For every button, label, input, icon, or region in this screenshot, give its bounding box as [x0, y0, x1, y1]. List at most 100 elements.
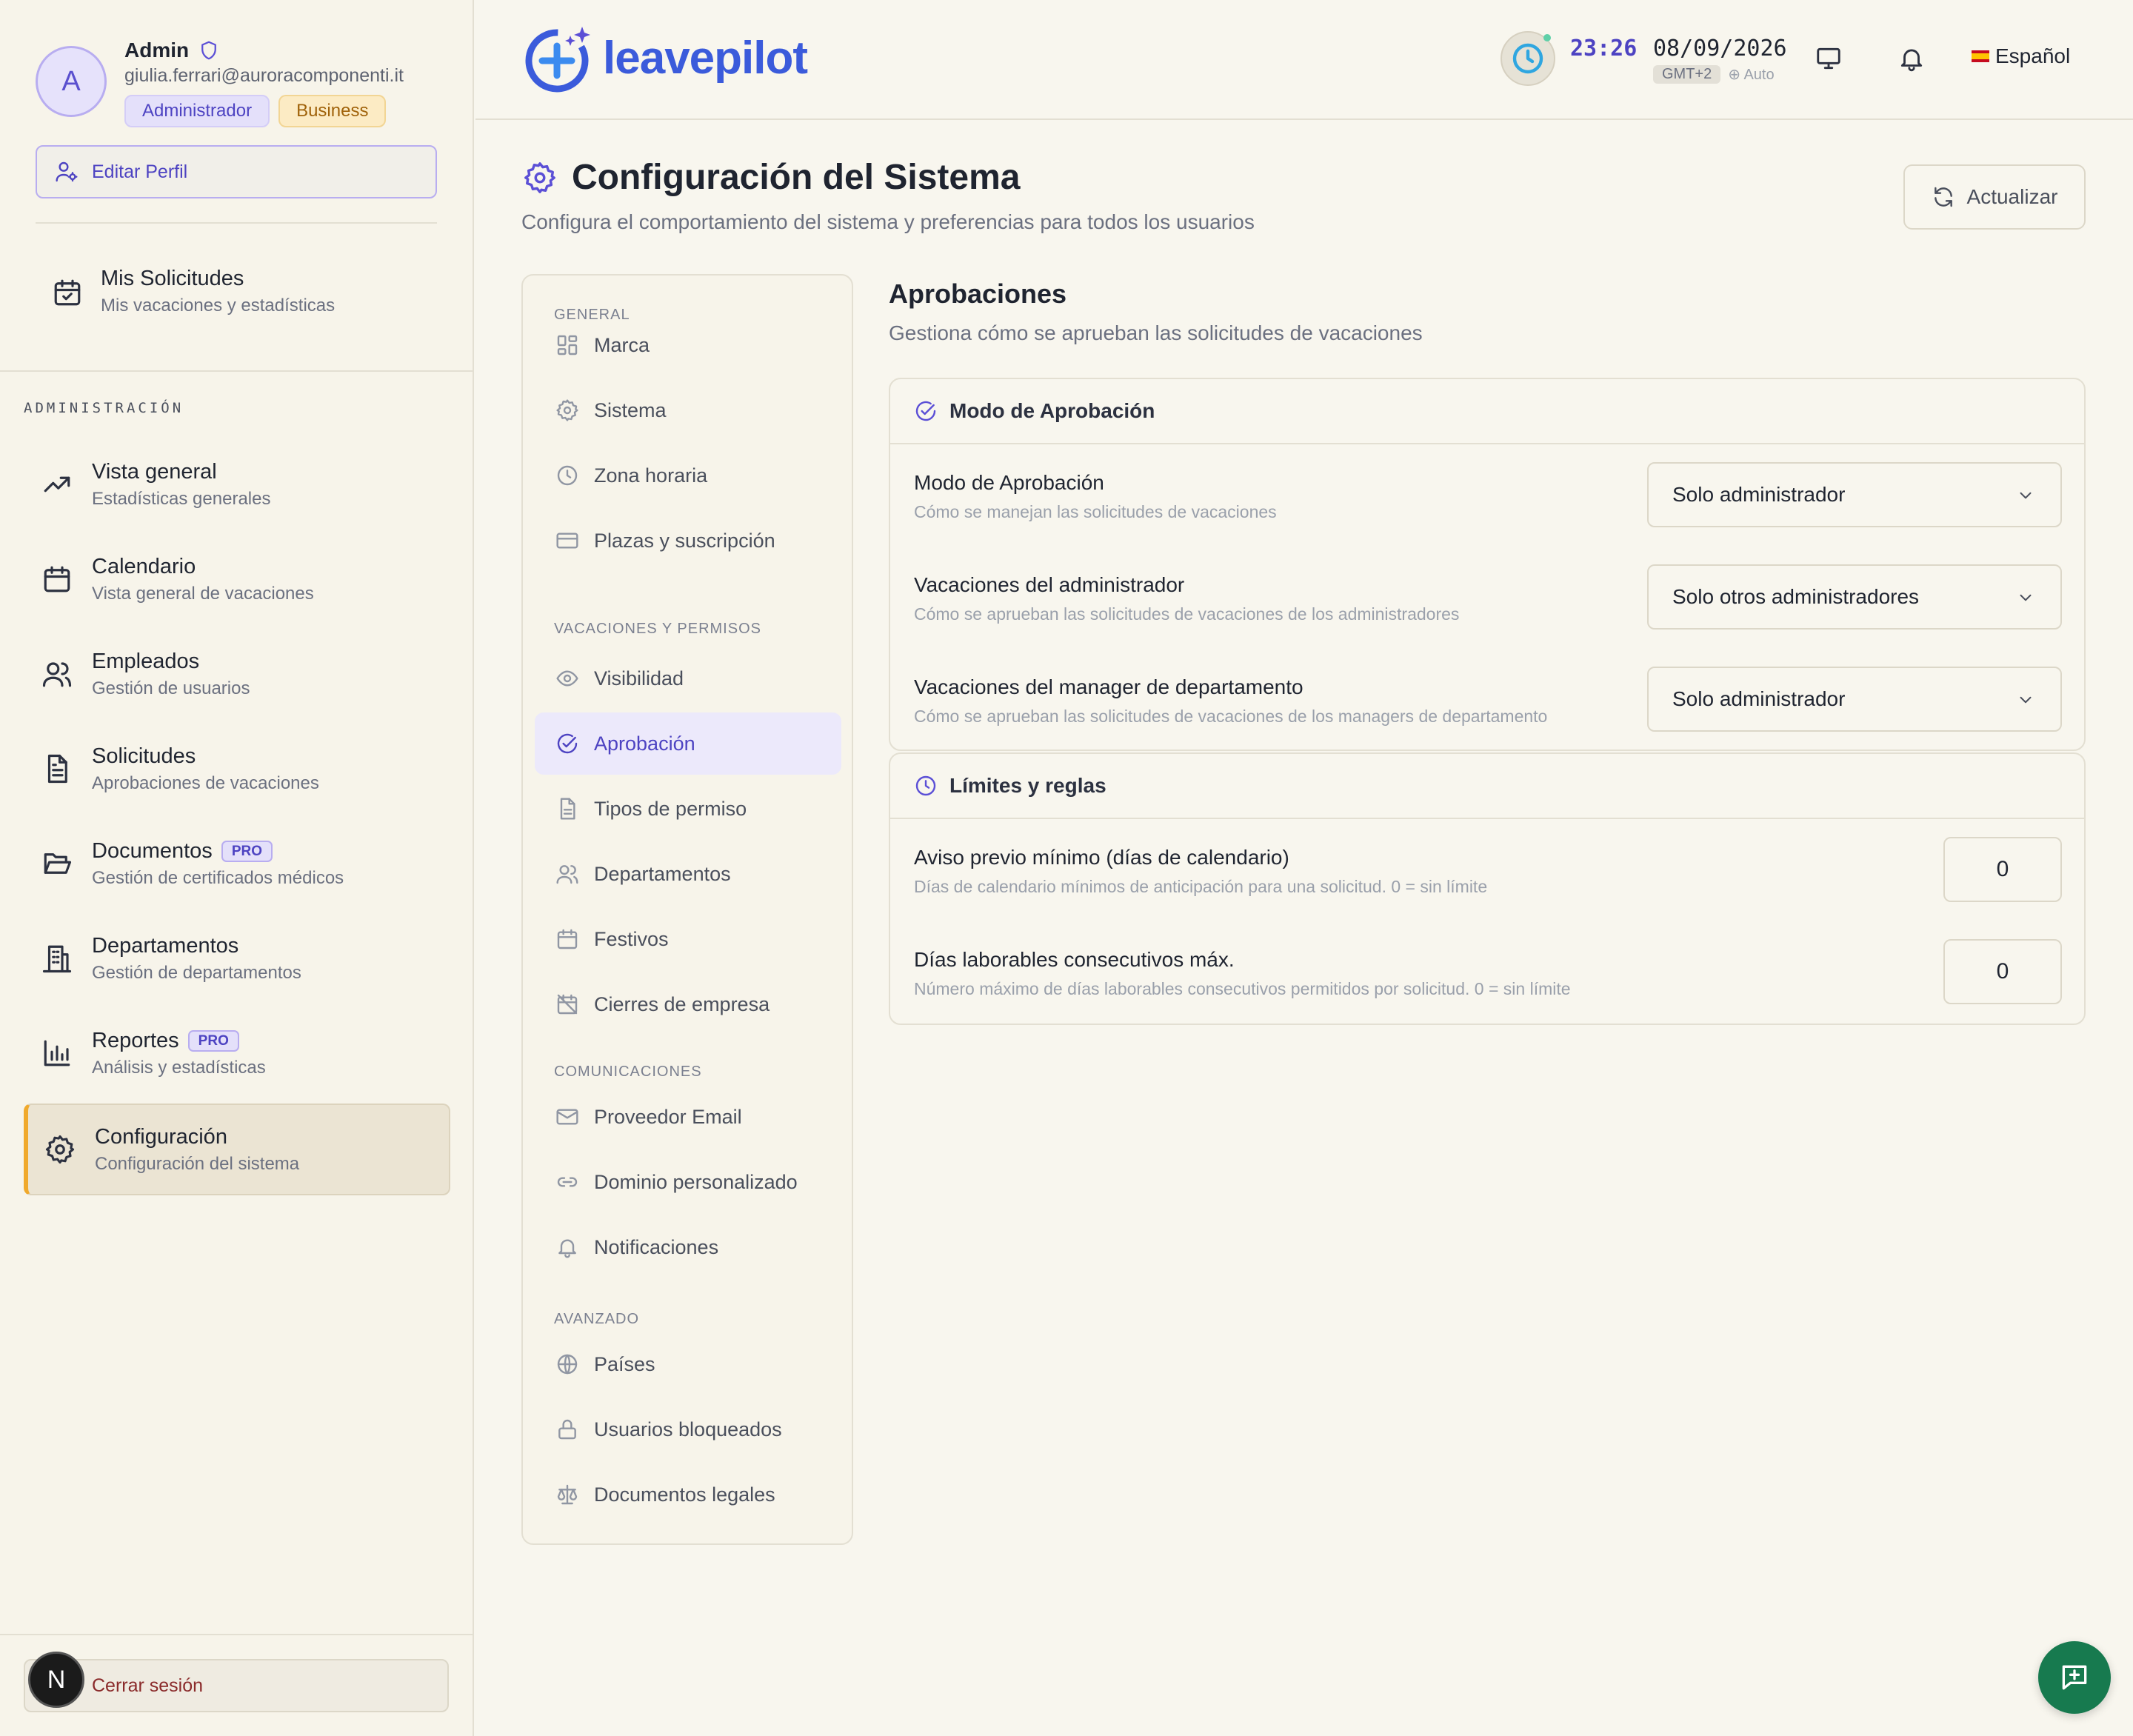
settings-item-email-provider[interactable]: Proveedor Email: [535, 1086, 841, 1148]
admin-leave-select[interactable]: Solo otros administradores: [1647, 564, 2062, 630]
nav-item-subtitle: Gestión de certificados médicos: [92, 867, 344, 888]
app-logo[interactable]: leavepilot: [521, 21, 808, 95]
settings-item-legal-docs[interactable]: Documentos legales: [535, 1463, 841, 1526]
settings-item-label: Países: [594, 1352, 655, 1375]
settings-item-blocked-users[interactable]: Usuarios bloqueados: [535, 1398, 841, 1460]
clock-icon: [557, 465, 578, 486]
page-title-row: Configuración del Sistema: [523, 157, 1020, 198]
settings-item-subscription[interactable]: Plazas y suscripción: [535, 510, 841, 572]
settings-item-label: Visibilidad: [594, 667, 684, 690]
monitor-icon[interactable]: [1815, 44, 1843, 73]
nav-item-subtitle: Aprobaciones de vacaciones: [92, 772, 319, 793]
message-plus-icon: [2062, 1665, 2087, 1690]
sidebar-item-employees[interactable]: Empleados Gestión de usuarios: [24, 627, 450, 721]
section-title: Aprobaciones: [889, 278, 1067, 309]
setting-title: Días laborables consecutivos máx.: [914, 948, 1235, 971]
users-icon: [42, 662, 72, 687]
refresh-icon: [1934, 187, 1952, 207]
nav-item-title: Departamentos: [92, 933, 239, 958]
section-subtitle: Gestiona cómo se aprueban las solicitude…: [889, 321, 1423, 344]
manager-leave-select[interactable]: Solo administrador: [1647, 667, 2062, 732]
approval-mode-select[interactable]: Solo administrador: [1647, 462, 2062, 527]
sidebar-item-requests[interactable]: Solicitudes Aprobaciones de vacaciones: [24, 721, 450, 816]
refresh-button[interactable]: Actualizar: [1903, 164, 2086, 230]
language-selector[interactable]: Español: [1972, 44, 2070, 68]
timezone-info: GMT+2 ⊕ Auto: [1653, 65, 1775, 84]
settings-item-departments[interactable]: Departamentos: [535, 843, 841, 905]
sidebar: A Admin giulia.ferrari@auroracomponenti.…: [0, 0, 474, 1736]
divider: [0, 1634, 474, 1635]
feedback-button[interactable]: [2038, 1641, 2111, 1714]
sidebar-item-overview[interactable]: Vista general Estadísticas generales: [24, 437, 450, 532]
settings-item-label: Dominio personalizado: [594, 1170, 798, 1193]
settings-item-system[interactable]: Sistema: [535, 379, 841, 441]
card-title: Límites y reglas: [949, 774, 1106, 797]
file-text-icon: [47, 754, 67, 784]
settings-item-label: Documentos legales: [594, 1483, 775, 1506]
refresh-label: Actualizar: [1966, 185, 2058, 208]
nav-item-title: Empleados: [92, 649, 200, 673]
plan-badge: Business: [278, 95, 387, 127]
check-circle-icon: [557, 733, 578, 754]
divider: [36, 222, 437, 224]
chevron-down-icon: [2020, 492, 2032, 499]
select-value: Solo administrador: [1672, 687, 1846, 710]
settings-item-brand[interactable]: Marca: [535, 314, 841, 376]
edit-profile-button[interactable]: Editar Perfil: [36, 145, 437, 198]
settings-item-countries[interactable]: Países: [535, 1333, 841, 1395]
gear-icon: [45, 1135, 75, 1164]
spain-flag-icon: [1972, 50, 1989, 62]
max-consecutive-input[interactable]: 0: [1943, 939, 2062, 1004]
settings-item-closures[interactable]: Cierres de empresa: [535, 973, 841, 1035]
user-cog-icon: [56, 161, 78, 182]
status-dot: [1543, 34, 1551, 41]
settings-item-label: Cierres de empresa: [594, 992, 770, 1015]
sidebar-item-calendar[interactable]: Calendario Vista general de vacaciones: [24, 532, 450, 627]
card-title: Modo de Aprobación: [949, 399, 1155, 422]
settings-item-notifications[interactable]: Notificaciones: [535, 1216, 841, 1278]
settings-item-label: Zona horaria: [594, 464, 708, 487]
settings-item-label: Sistema: [594, 398, 667, 421]
bell-icon: [558, 1239, 576, 1258]
avatar[interactable]: A: [36, 46, 107, 117]
globe-icon: [557, 1354, 578, 1375]
sidebar-item-reports[interactable]: Reportes PRO Análisis y estadísticas: [24, 1006, 450, 1101]
edit-profile-label: Editar Perfil: [92, 161, 188, 182]
sidebar-item-departments[interactable]: Departamentos Gestión de departamentos: [24, 911, 450, 1006]
nav-item-title: Vista general: [92, 459, 217, 484]
setting-row-max-consecutive: Días laborables consecutivos máx. Número…: [914, 939, 2062, 1004]
nav-item-my-requests[interactable]: Mis Solicitudes Mis vacaciones y estadís…: [52, 267, 335, 316]
settings-item-visibility[interactable]: Visibilidad: [535, 647, 841, 710]
page-subtitle: Configura el comportamiento del sistema …: [521, 210, 1255, 233]
settings-item-approval[interactable]: Aprobación: [535, 712, 841, 775]
settings-item-holidays[interactable]: Festivos: [535, 908, 841, 970]
clock-widget[interactable]: [1501, 31, 1555, 86]
settings-item-label: Tipos de permiso: [594, 797, 747, 820]
link-icon: [557, 1177, 578, 1187]
setting-row-manager-leave: Vacaciones del manager de departamento C…: [914, 667, 2062, 732]
users-icon: [556, 865, 578, 884]
sidebar-item-documents[interactable]: Documentos PRO Gestión de certificados méd…: [24, 816, 450, 911]
logout-button[interactable]: Cerrar sesión: [24, 1659, 449, 1712]
settings-item-custom-domain[interactable]: Dominio personalizado: [535, 1151, 841, 1213]
nav-item-title: Solicitudes: [92, 744, 196, 768]
settings-item-timezone[interactable]: Zona horaria: [535, 444, 841, 507]
file-text-icon: [560, 798, 575, 820]
bell-icon[interactable]: [1897, 44, 1926, 73]
dev-indicator-badge[interactable]: N: [28, 1652, 84, 1708]
sidebar-item-settings[interactable]: Configuración Configuración del sistema: [24, 1104, 450, 1195]
min-notice-input[interactable]: 0: [1943, 837, 2062, 902]
layout-grid-icon: [557, 335, 578, 355]
nav-item-subtitle: Mis vacaciones y estadísticas: [101, 296, 336, 316]
settings-item-label: Plazas y suscripción: [594, 529, 775, 552]
calendar-check-icon: [54, 279, 81, 306]
settings-item-leave-types[interactable]: Tipos de permiso: [535, 778, 841, 840]
nav-item-title: Configuración: [95, 1124, 227, 1149]
nav-item-title: Documentos: [92, 838, 213, 863]
settings-group-label: COMUNICACIONES: [554, 1064, 702, 1080]
divider: [0, 370, 474, 372]
timezone-badge: GMT+2: [1653, 65, 1721, 84]
select-value: Solo otros administradores: [1672, 585, 1920, 608]
scale-icon: [557, 1484, 578, 1505]
settings-item-label: Proveedor Email: [594, 1105, 742, 1128]
